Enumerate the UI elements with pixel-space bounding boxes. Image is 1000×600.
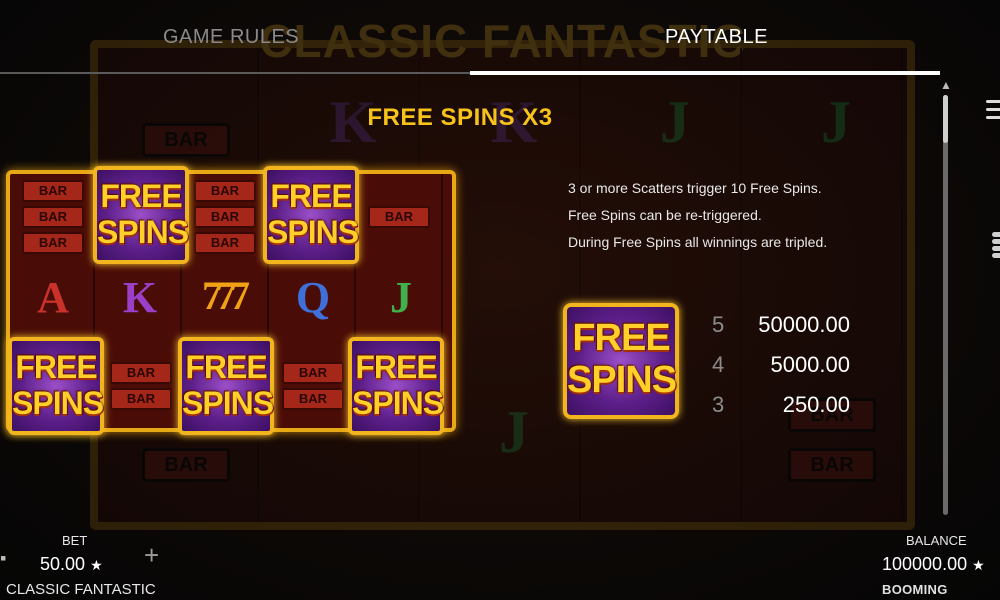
payout-value: 250.00: [782, 392, 850, 417]
scrollbar-thumb[interactable]: [943, 95, 948, 143]
free-spins-scatter-symbol: FREE SPINS: [263, 166, 359, 264]
bar-symbol: BAR: [368, 206, 430, 228]
payout-value: 5000.00: [770, 352, 850, 377]
free-spins-scatter-symbol: FREE SPINS: [178, 337, 274, 435]
payout-table: 5 50000.00 4 5000.00 3 250.00: [708, 312, 858, 432]
scroll-up-arrow-icon[interactable]: ▲: [940, 78, 952, 92]
bar-symbol: BAR: [282, 362, 344, 384]
bar-symbol: BAR: [22, 180, 84, 202]
brand-logo: BOOMING GAMES: [882, 582, 948, 600]
bar-symbol: BAR: [194, 232, 256, 254]
j-symbol: J: [390, 273, 412, 322]
background-bar-symbol: BAR: [142, 123, 230, 157]
game-name: CLASSIC FANTASTIC: [6, 581, 156, 598]
payout-row: 5 50000.00: [708, 312, 858, 352]
background-j-symbol: J: [821, 89, 851, 155]
bar-symbol: BAR: [282, 388, 344, 410]
background-j-symbol: J: [660, 89, 690, 155]
scrollbar-track[interactable]: [943, 95, 948, 515]
k-symbol: K: [122, 273, 158, 322]
coins-icon[interactable]: [992, 232, 1000, 260]
description-line: 3 or more Scatters trigger 10 Free Spins…: [568, 180, 822, 196]
free-spins-symbol-large: FREE SPINS: [563, 303, 679, 419]
plus-icon[interactable]: +: [144, 540, 159, 571]
tab-paytable[interactable]: PAYTABLE: [665, 26, 768, 49]
active-tab-indicator: [470, 71, 940, 75]
bar-symbol: BAR: [194, 180, 256, 202]
seven-symbol: 777: [202, 273, 250, 318]
description-line: During Free Spins all winnings are tripl…: [568, 234, 828, 250]
description-line: Free Spins can be re-triggered.: [568, 207, 762, 223]
payout-row: 4 5000.00: [708, 352, 858, 392]
free-spins-scatter-symbol: FREE SPINS: [348, 337, 444, 435]
paytable-screen: CLASSIC FANTASTIC BAR K K J J J BAR BAR …: [0, 0, 1000, 600]
payout-count: 4: [712, 352, 725, 377]
bar-symbol: BAR: [22, 232, 84, 254]
info-tabs: GAME RULES PAYTABLE: [0, 18, 940, 76]
bar-symbol: BAR: [194, 206, 256, 228]
section-title: FREE SPINS X3: [367, 104, 553, 131]
free-spins-scatter-symbol: FREE SPINS: [93, 166, 189, 264]
bar-symbol: BAR: [22, 206, 84, 228]
background-bar-symbol: BAR: [142, 448, 230, 482]
payout-count: 3: [712, 392, 725, 417]
payout-value: 50000.00: [758, 312, 850, 337]
tab-game-rules[interactable]: GAME RULES: [163, 26, 299, 49]
menu-icon[interactable]: [986, 100, 1000, 124]
payout-row: 3 250.00: [708, 392, 858, 432]
free-spins-description: 3 or more Scatters trigger 10 Free Spins…: [568, 180, 888, 261]
q-symbol: Q: [295, 273, 331, 322]
balance-value: 100000.00 ★: [882, 554, 985, 574]
free-spins-scatter-symbol: FREE SPINS: [8, 337, 104, 435]
payout-count: 5: [712, 312, 725, 337]
bar-symbol: BAR: [110, 362, 172, 384]
background-bar-symbol: BAR: [788, 448, 876, 482]
background-j-symbol: J: [499, 399, 529, 465]
bet-value: 50.00 ★: [40, 554, 103, 574]
bar-symbol: BAR: [110, 388, 172, 410]
minus-icon[interactable]: ▪: [0, 548, 6, 569]
balance-label: BALANCE: [906, 533, 967, 548]
a-symbol: A: [37, 273, 69, 322]
bottom-bar: ▪ BET 50.00 ★ + CLASSIC FANTASTIC BALANC…: [0, 528, 1000, 600]
bet-label: BET: [62, 533, 88, 548]
star-icon: ★: [90, 557, 103, 573]
star-icon: ★: [972, 557, 985, 573]
